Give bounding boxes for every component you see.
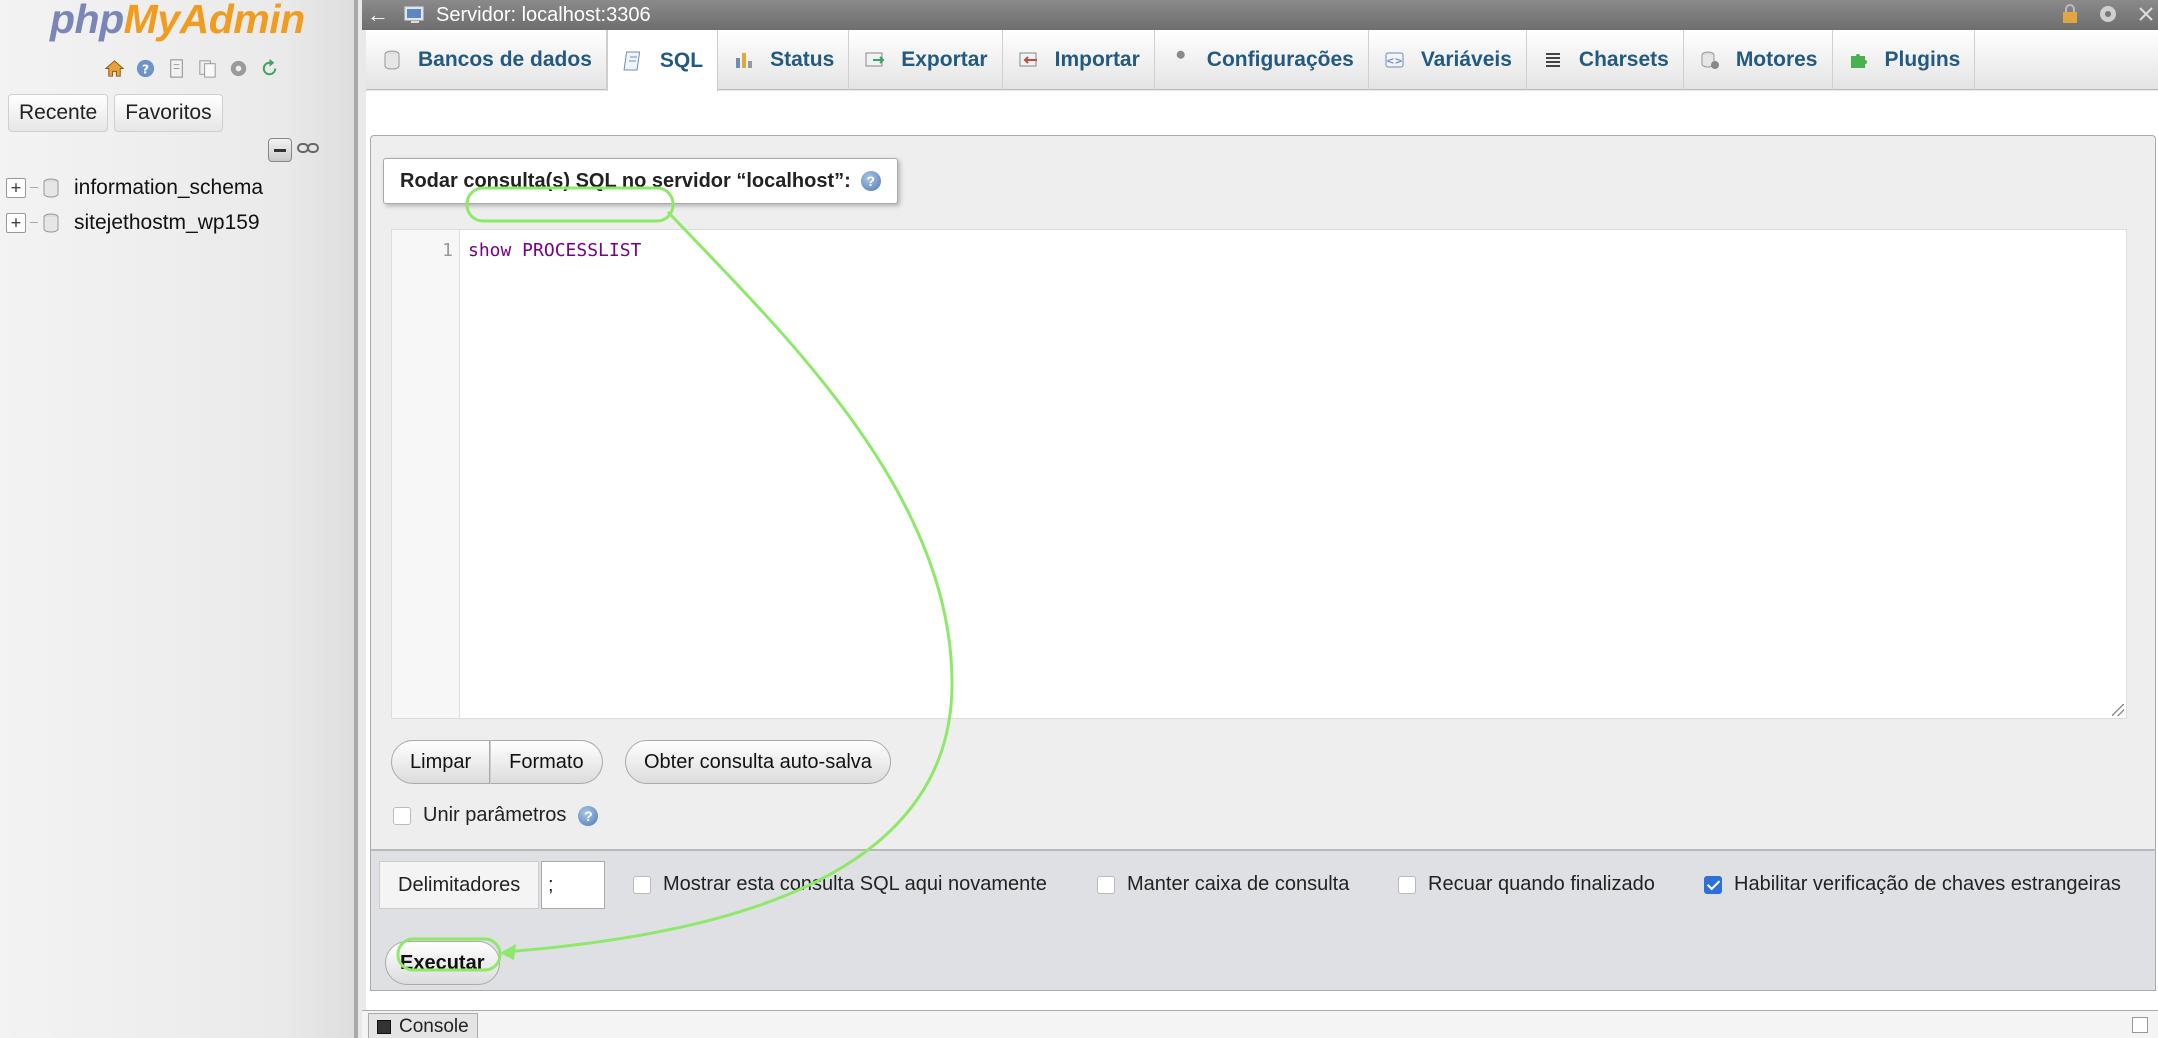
sql-fieldset-legend: Rodar consulta(s) SQL no servidor “local… <box>383 158 898 204</box>
reload-icon[interactable] <box>257 56 282 81</box>
show-query-again-option[interactable]: Mostrar esta consulta SQL aqui novamente <box>633 873 1047 896</box>
help-icon[interactable]: ? <box>578 805 599 826</box>
tab-charsets[interactable]: Charsets <box>1527 30 1684 90</box>
bind-parameters-checkbox[interactable] <box>393 806 411 825</box>
charsets-icon <box>1545 53 1560 67</box>
delimiter-label: Delimitadores <box>379 861 540 909</box>
delimiter-input[interactable] <box>541 861 605 909</box>
svg-text:?: ? <box>142 61 149 76</box>
execute-button[interactable]: Executar <box>385 941 500 985</box>
database-icon <box>43 213 59 232</box>
database-item-sitejethostm-wp159[interactable]: + sitejethostm_wp159 <box>6 205 263 240</box>
editor-button-group: Limpar Formato <box>391 740 603 784</box>
expand-icon[interactable]: + <box>6 212 26 233</box>
retain-query-box-checkbox[interactable] <box>1097 875 1115 894</box>
engines-icon <box>1701 51 1719 69</box>
get-autosaved-query-button[interactable]: Obter consulta auto-salva <box>625 740 891 784</box>
retain-query-box-option[interactable]: Manter caixa de consulta <box>1097 873 1349 896</box>
tab-databases[interactable]: Bancos de dados <box>366 30 607 90</box>
tab-settings[interactable]: Configurações <box>1155 30 1369 90</box>
database-item-information-schema[interactable]: + information_schema <box>6 170 263 205</box>
expand-icon[interactable]: + <box>6 177 26 198</box>
database-tree: + information_schema + sitejethostm_wp15… <box>6 170 263 240</box>
server-tabs: Bancos de dados SQL Status Exportar Impo… <box>366 30 2158 91</box>
show-query-again-checkbox[interactable] <box>633 875 651 894</box>
phpmyadmin-logo[interactable]: phpMyAdmin <box>50 0 305 43</box>
tab-status[interactable]: Status <box>718 30 850 90</box>
tab-sql[interactable]: SQL <box>606 30 719 91</box>
lock-icon[interactable] <box>2058 2 2082 26</box>
variables-icon: <> <box>1385 52 1404 68</box>
foreign-key-check-option[interactable]: Habilitar verificação de chaves estrange… <box>1704 873 2121 896</box>
clear-button[interactable]: Limpar <box>391 740 491 784</box>
collapse-all-button[interactable] <box>268 138 292 162</box>
tab-plugins[interactable]: Plugins <box>1833 30 1976 90</box>
close-icon[interactable] <box>2134 2 2158 26</box>
server-breadcrumb[interactable]: Servidor: localhost:3306 <box>404 4 651 27</box>
sql-query-editor[interactable]: 1 show PROCESSLIST <box>391 229 2127 719</box>
database-icon <box>43 178 59 197</box>
rollback-checkbox[interactable] <box>1398 875 1416 894</box>
main-content: Rodar consulta(s) SQL no servidor “local… <box>366 91 2158 1038</box>
console-icon <box>377 1019 391 1034</box>
console-bar: Console <box>362 1010 2158 1038</box>
favorites-tab[interactable]: Favoritos <box>114 94 223 132</box>
help-icon[interactable]: ? <box>860 171 881 191</box>
query-options-panel: Delimitadores Mostrar esta consulta SQL … <box>370 849 2156 991</box>
tab-import[interactable]: Importar <box>1003 30 1155 90</box>
console-tab[interactable]: Console <box>368 1013 478 1038</box>
wrench-icon <box>1173 50 1185 67</box>
server-breadcrumb-bar: ← Servidor: localhost:3306 <box>362 0 2158 30</box>
nav-icon-bar: ? <box>102 56 282 81</box>
recent-tab[interactable]: Recente <box>8 94 109 132</box>
resize-handle[interactable] <box>2112 704 2124 716</box>
svg-text:<>: <> <box>1386 56 1403 67</box>
tab-export[interactable]: Exportar <box>849 30 1003 90</box>
home-icon[interactable] <box>102 56 127 81</box>
status-chart-icon <box>736 53 753 68</box>
sql-scroll-icon <box>623 51 641 70</box>
navigation-panel: phpMyAdmin ? Recente Favoritos + informa… <box>0 0 358 1038</box>
gear-icon[interactable] <box>2096 2 2120 26</box>
server-icon <box>404 6 424 23</box>
settings-icon[interactable] <box>226 56 251 81</box>
foreign-key-check-checkbox[interactable] <box>1704 875 1722 894</box>
tab-variables[interactable]: <> Variáveis <box>1369 30 1527 90</box>
format-button[interactable]: Formato <box>490 740 603 784</box>
copy-icon[interactable] <box>195 56 220 81</box>
database-icon <box>384 50 400 70</box>
sql-query-fieldset: Rodar consulta(s) SQL no servidor “local… <box>370 135 2156 851</box>
console-toggle-icon[interactable] <box>2132 1017 2148 1033</box>
rollback-option[interactable]: Recuar quando finalizado <box>1398 873 1655 896</box>
puzzle-icon <box>1850 54 1867 68</box>
sql-query-text[interactable]: show PROCESSLIST <box>468 240 641 261</box>
line-number: 1 <box>442 240 453 261</box>
query-window-icon[interactable]: ? <box>133 56 158 81</box>
docs-icon[interactable] <box>164 56 189 81</box>
line-number-gutter: 1 <box>392 230 460 718</box>
bind-parameters-option: Unir parâmetros ? <box>393 804 599 827</box>
tab-engines[interactable]: Motores <box>1684 30 1833 90</box>
import-icon <box>1019 52 1037 67</box>
back-arrow-icon[interactable]: ← <box>364 2 392 28</box>
export-icon <box>865 52 885 67</box>
link-icon[interactable] <box>296 140 320 161</box>
